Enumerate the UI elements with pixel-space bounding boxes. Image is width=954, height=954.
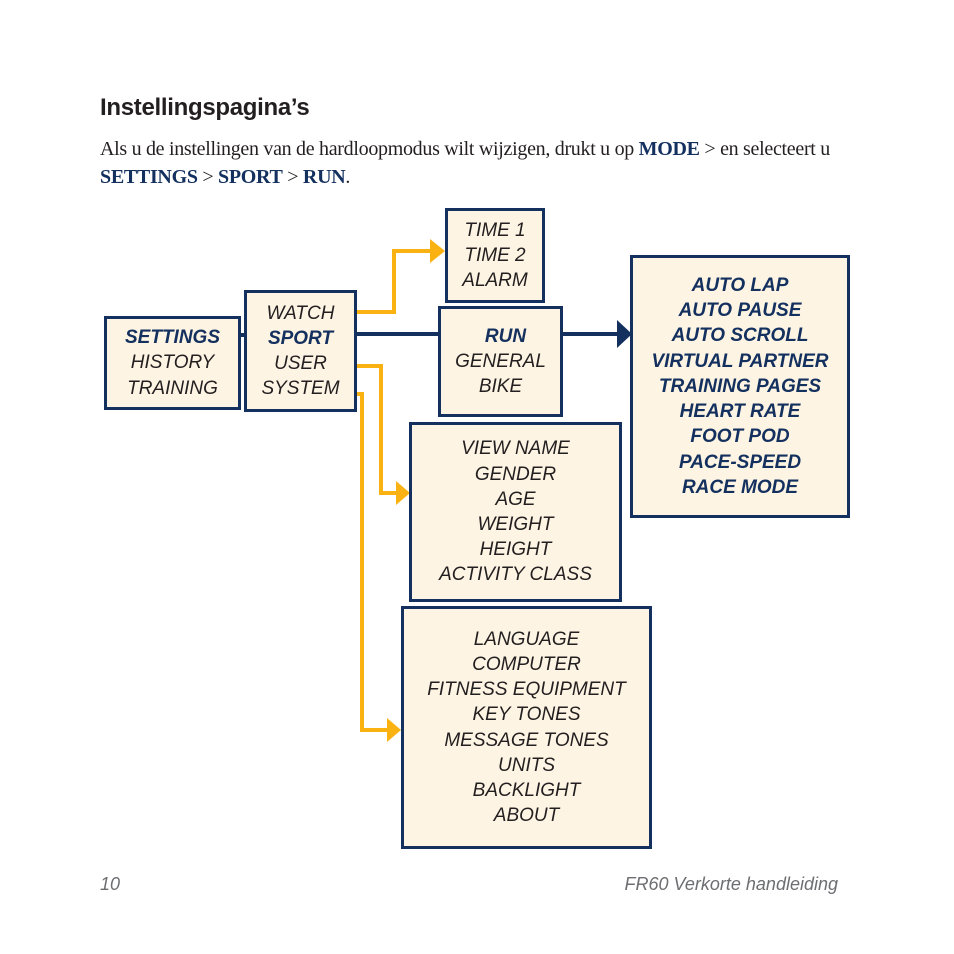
- menu-item-pace-speed: PACE-SPEED: [678, 451, 802, 473]
- menu-item-foot-pod: FOOT POD: [690, 426, 790, 448]
- menu-item-general: GENERAL: [455, 350, 546, 372]
- menu-item-time-2: TIME 2: [464, 244, 526, 266]
- run-menu-box: AUTO LAP AUTO PAUSE AUTO SCROLL VIRTUAL …: [630, 255, 850, 518]
- menu-item-view-name: VIEW NAME: [461, 438, 570, 460]
- menu-item-alarm: ALARM: [462, 270, 528, 292]
- watch-menu-box: TIME 1 TIME 2 ALARM: [445, 208, 545, 303]
- menu-item-user: USER: [274, 353, 327, 374]
- intro-text-1: Als u de instellingen van de hardloopmod…: [100, 138, 639, 160]
- menu-item-height: HEIGHT: [479, 539, 552, 561]
- menu-item-weight: WEIGHT: [477, 514, 554, 535]
- menu-item-bike: BIKE: [478, 376, 523, 398]
- connector-watch: [355, 249, 432, 314]
- menu-item-auto-pause: AUTO PAUSE: [678, 300, 802, 322]
- document-title: FR60 Verkorte handleiding: [624, 874, 838, 894]
- menu-item-about: ABOUT: [493, 805, 560, 827]
- menu-item-activity-class: ACTIVITY CLASS: [439, 564, 592, 586]
- arrowhead-system: [387, 718, 401, 742]
- keyword-settings: SETTINGS: [100, 166, 198, 188]
- menu-item-gender: GENDER: [474, 463, 557, 485]
- connector-user: [355, 364, 398, 495]
- page-heading: Instellingspagina’s: [100, 94, 310, 121]
- user-menu-box: VIEW NAME GENDER AGE WEIGHT HEIGHT ACTIV…: [409, 422, 622, 602]
- menu-item-age: AGE: [495, 488, 536, 510]
- keyword-sport: SPORT: [218, 166, 283, 188]
- menu-item-key-tones: KEY TONES: [472, 704, 581, 726]
- page-number: 10: [100, 874, 121, 894]
- separator: >: [282, 166, 303, 188]
- menu-item-computer: COMPUTER: [472, 653, 581, 675]
- keyword-run: RUN: [302, 166, 346, 188]
- menu-item-fitness-equipment: FITNESS EQUIPMENT: [427, 679, 626, 701]
- keyword-mode: MODE: [638, 138, 700, 160]
- intro-end: .: [345, 166, 351, 188]
- menu-item-heart-rate: HEART RATE: [679, 401, 801, 423]
- menu-item-units: UNITS: [498, 754, 555, 776]
- menu-item-training: TRAINING: [127, 377, 218, 399]
- menu-item-auto-lap: AUTO LAP: [691, 275, 789, 297]
- menu-item-system: SYSTEM: [261, 378, 340, 400]
- sport-menu-box: RUN GENERAL BIKE: [438, 306, 563, 417]
- arrowhead-user: [396, 481, 410, 505]
- menu-item-watch: WATCH: [266, 302, 335, 324]
- main-menu-box: SETTINGS HISTORY TRAINING: [104, 316, 241, 410]
- intro-paragraph: Als u de instellingen van de hardloopmod…: [100, 135, 860, 191]
- menu-item-training-pages: TRAINING PAGES: [658, 375, 822, 397]
- menu-item-sport: SPORT: [267, 327, 334, 349]
- menu-item-auto-scroll: AUTO SCROLL: [671, 325, 809, 347]
- menu-item-backlight: BACKLIGHT: [472, 779, 581, 801]
- menu-item-time-1: TIME 1: [464, 219, 526, 241]
- menu-item-settings: SETTINGS: [124, 327, 220, 349]
- menu-item-message-tones: MESSAGE TONES: [444, 729, 609, 751]
- settings-menu-box: WATCH SPORT USER SYSTEM: [244, 290, 357, 412]
- separator: >: [197, 166, 219, 188]
- menu-item-run: RUN: [484, 325, 527, 347]
- intro-text-2: > en selecteert u: [699, 138, 830, 160]
- menu-item-virtual-partner: VIRTUAL PARTNER: [651, 350, 829, 372]
- menu-item-language: LANGUAGE: [473, 628, 580, 650]
- connector-system: [348, 392, 389, 732]
- system-menu-box: LANGUAGE COMPUTER FITNESS EQUIPMENT KEY …: [401, 606, 652, 849]
- menu-item-history: HISTORY: [130, 352, 215, 374]
- arrowhead-watch: [430, 239, 445, 263]
- menu-item-race-mode: RACE MODE: [681, 476, 799, 498]
